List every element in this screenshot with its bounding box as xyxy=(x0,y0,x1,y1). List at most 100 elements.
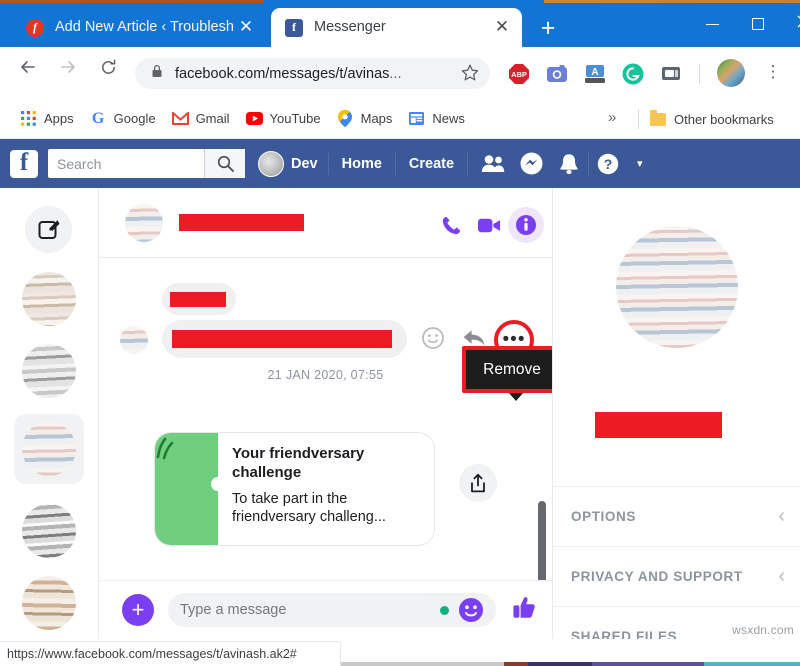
maximize-icon xyxy=(752,18,764,31)
thumbs-up-icon[interactable] xyxy=(508,593,538,628)
conversation-header xyxy=(99,188,552,258)
share-icon[interactable] xyxy=(459,464,497,502)
nav-profile-name: Dev xyxy=(291,155,318,172)
voice-call-icon[interactable] xyxy=(432,206,470,244)
bookmark-star-icon[interactable] xyxy=(460,63,482,85)
bookmark-google[interactable]: G Google xyxy=(82,106,164,132)
search-placeholder: Search xyxy=(57,155,102,172)
nav-create-link[interactable]: Create xyxy=(396,156,467,172)
friendversary-card[interactable]: Your friendversary challenge To take par… xyxy=(155,433,434,545)
browser-tab-active[interactable]: f Messenger ✕ xyxy=(271,8,522,47)
chrome-toolbar: facebook.com/messages/t/avinas... ABP A … xyxy=(0,47,800,99)
react-emoji-icon[interactable] xyxy=(421,326,447,352)
add-attachment-icon[interactable]: + xyxy=(122,594,154,626)
compose-new-message-icon[interactable] xyxy=(25,206,72,253)
list-item[interactable] xyxy=(22,272,76,326)
facebook-icon: f xyxy=(285,18,303,37)
status-bar-link-preview: https://www.facebook.com/messages/t/avin… xyxy=(0,641,341,666)
facebook-logo[interactable]: f xyxy=(10,149,38,178)
conversation-rail xyxy=(0,188,99,639)
bookmarks-overflow-button[interactable]: » xyxy=(608,109,616,126)
message-bubble[interactable] xyxy=(162,320,407,358)
other-bookmarks-folder[interactable]: Other bookmarks xyxy=(650,106,774,132)
adblock-plus-icon[interactable]: ABP xyxy=(506,61,532,87)
svg-text:?: ? xyxy=(604,156,613,172)
bookmark-maps[interactable]: Maps xyxy=(329,106,401,132)
bookmark-gmail[interactable]: Gmail xyxy=(164,106,238,132)
folder-icon xyxy=(650,109,666,126)
account-menu-caret-icon[interactable]: ▾ xyxy=(637,157,643,170)
notifications-bell-icon[interactable] xyxy=(550,149,588,179)
friendversary-green-illustration xyxy=(155,433,218,545)
nav-home-link[interactable]: Home xyxy=(329,156,395,172)
conversation-panel: ••• Remove 21 JAN 2020, 07:55 Your frien… xyxy=(99,188,552,639)
contact-profile-photo[interactable] xyxy=(616,226,738,348)
forward-button[interactable] xyxy=(52,57,84,89)
message-input[interactable]: Type a message xyxy=(168,593,496,627)
bookmark-news[interactable]: News xyxy=(400,106,473,132)
bookmark-youtube[interactable]: YouTube xyxy=(238,106,329,132)
screenshot-camera-icon[interactable] xyxy=(544,61,570,87)
nav-profile-link[interactable]: Dev xyxy=(258,150,318,177)
conversation-scrollbar[interactable] xyxy=(538,501,546,580)
tab-close-button[interactable]: ✕ xyxy=(236,17,256,38)
translate-icon[interactable]: A xyxy=(582,61,608,87)
bookmark-label: Maps xyxy=(360,111,393,126)
back-button[interactable] xyxy=(12,57,44,89)
help-question-icon[interactable]: ? xyxy=(589,149,627,179)
card-title: Your friendversary challenge xyxy=(232,445,365,481)
other-bookmarks-label: Other bookmarks xyxy=(674,111,774,127)
browser-profile-avatar[interactable] xyxy=(717,59,745,87)
browser-tab-inactive[interactable]: f Add New Article ‹ Troublesh ✕ xyxy=(12,8,266,47)
google-news-icon xyxy=(408,110,425,127)
clipboard-extension-icon[interactable] xyxy=(658,61,684,87)
contact-info-panel: OPTIONS ‹ PRIVACY AND SUPPORT ‹ SHARED F… xyxy=(552,188,800,639)
toolbar-divider xyxy=(699,64,700,84)
video-call-icon[interactable] xyxy=(470,206,508,244)
bookmark-label: News xyxy=(432,111,465,126)
message-input-placeholder: Type a message xyxy=(180,602,287,618)
conversation-info-icon[interactable] xyxy=(508,207,544,243)
search-icon[interactable] xyxy=(204,149,245,178)
bookmark-apps[interactable]: Apps xyxy=(12,106,82,132)
info-section-options[interactable]: OPTIONS ‹ xyxy=(553,486,800,546)
list-item[interactable] xyxy=(22,576,76,630)
svg-text:ABP: ABP xyxy=(511,70,527,79)
friend-requests-icon[interactable] xyxy=(474,149,512,179)
emoji-picker-icon[interactable] xyxy=(458,597,484,623)
address-bar[interactable]: facebook.com/messages/t/avinas... xyxy=(135,58,490,89)
reload-button[interactable] xyxy=(92,57,124,89)
facebook-search-input[interactable]: Search xyxy=(48,149,245,178)
contact-name-redacted xyxy=(595,412,722,438)
message-text-redacted xyxy=(172,330,392,348)
info-section-label: OPTIONS xyxy=(571,509,636,524)
maps-pin-icon xyxy=(337,110,354,127)
tab-title: Add New Article ‹ Troublesh xyxy=(55,19,234,35)
grammarly-icon[interactable] xyxy=(620,61,646,87)
messenger-icon[interactable] xyxy=(512,149,550,179)
svg-text:A: A xyxy=(591,67,598,78)
new-tab-button[interactable]: + xyxy=(534,15,562,43)
tooltip-arrow xyxy=(508,392,524,401)
minimize-icon xyxy=(705,23,719,25)
list-item[interactable] xyxy=(22,504,76,558)
reload-icon xyxy=(101,59,115,74)
chrome-menu-icon[interactable]: ⋮ xyxy=(760,60,786,86)
bookmark-label: Google xyxy=(113,111,156,126)
watermark: wsxdn.com xyxy=(732,623,794,637)
contact-avatar[interactable] xyxy=(125,203,163,242)
window-maximize-button[interactable] xyxy=(735,8,781,40)
bookmark-label: Gmail xyxy=(195,111,230,126)
bookmark-label: Apps xyxy=(44,111,74,126)
tab-close-button[interactable]: ✕ xyxy=(492,17,512,38)
window-minimize-button[interactable] xyxy=(689,8,735,40)
remove-tooltip: Remove xyxy=(462,346,552,393)
message-bubble[interactable] xyxy=(162,283,236,315)
chevron-left-icon: ‹ xyxy=(778,505,785,527)
info-section-privacy-and-support[interactable]: PRIVACY AND SUPPORT ‹ xyxy=(553,546,800,606)
list-item[interactable] xyxy=(22,344,76,398)
window-close-button[interactable] xyxy=(780,8,800,40)
info-section-label: PRIVACY AND SUPPORT xyxy=(571,569,743,584)
list-item[interactable] xyxy=(14,414,84,484)
message-composer: + Type a message xyxy=(99,580,552,639)
